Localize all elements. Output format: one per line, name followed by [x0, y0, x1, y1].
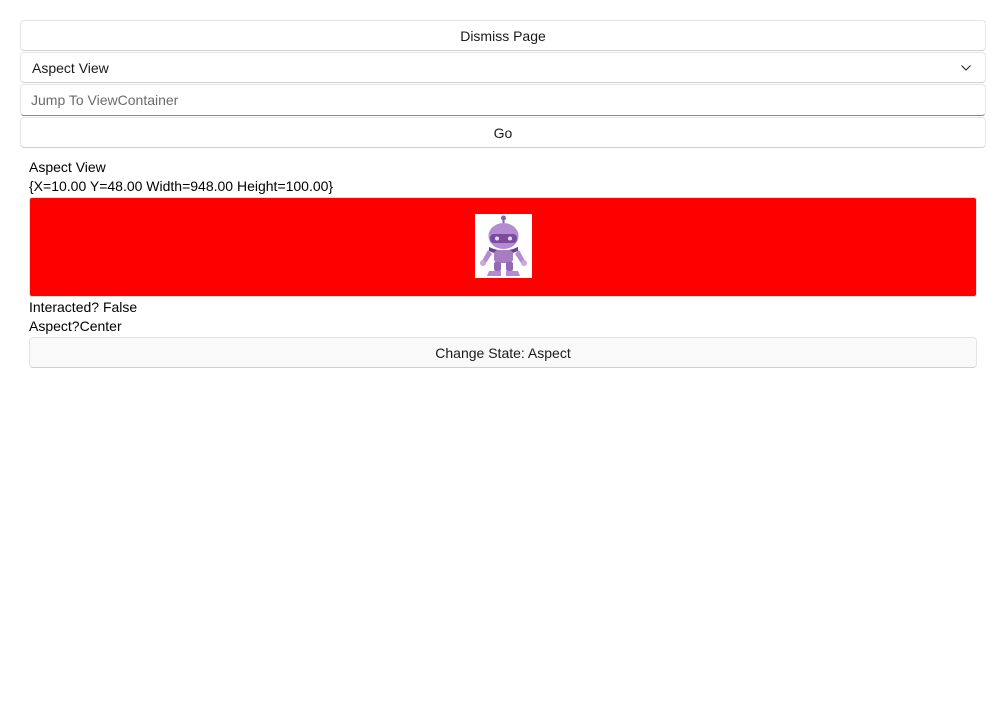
- change-state-button[interactable]: Change State: Aspect: [29, 337, 977, 368]
- aspect-view-container[interactable]: [29, 197, 977, 297]
- dismiss-page-button[interactable]: Dismiss Page: [20, 20, 986, 51]
- bounds-readout: {X=10.00 Y=48.00 Width=948.00 Height=100…: [29, 178, 334, 194]
- change-state-label: Change State: Aspect: [435, 344, 571, 361]
- aspect-status: Aspect?Center: [29, 318, 122, 334]
- page-title: Aspect View: [29, 159, 106, 175]
- go-button-label: Go: [493, 124, 513, 141]
- jump-input-placeholder: Jump To ViewContainer: [31, 92, 179, 108]
- view-combobox[interactable]: Aspect View: [20, 52, 986, 83]
- interacted-status: Interacted? False: [29, 299, 138, 315]
- aspect-view-panel: Aspect View {X=10.00 Y=48.00 Width=948.0…: [29, 158, 977, 368]
- chevron-down-icon: [959, 61, 973, 75]
- dismiss-page-label: Dismiss Page: [460, 27, 546, 44]
- view-combobox-value: Aspect View: [32, 59, 109, 76]
- dotnet-bot-image: [475, 214, 532, 278]
- go-button[interactable]: Go: [20, 117, 986, 148]
- jump-to-viewcontainer-input[interactable]: Jump To ViewContainer: [20, 84, 986, 116]
- top-controls: Dismiss Page Aspect View Jump To ViewCon…: [20, 20, 986, 149]
